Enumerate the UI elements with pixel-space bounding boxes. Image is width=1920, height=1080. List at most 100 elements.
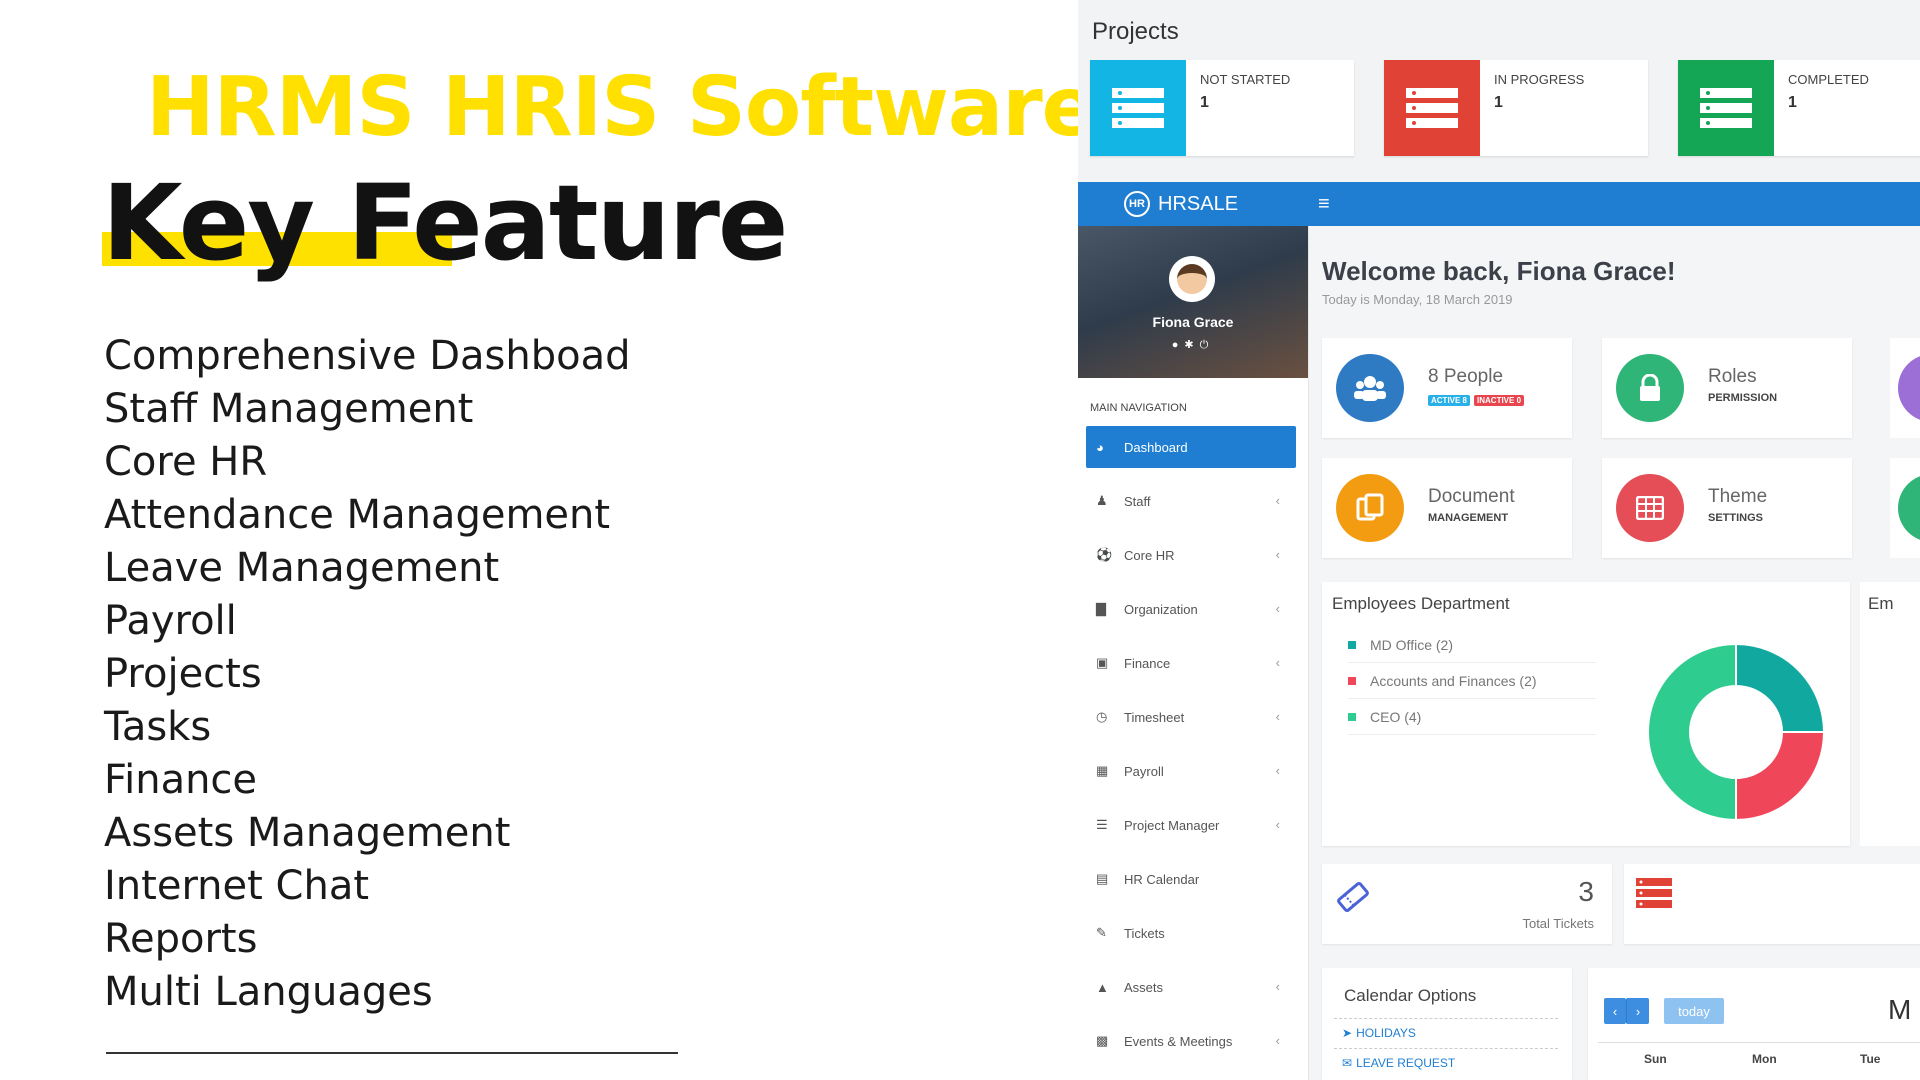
sidebar-item-events-meetings[interactable]: ▩ Events & Meetings ‹ xyxy=(1086,1020,1296,1062)
sidebar-item-label: HR Calendar xyxy=(1124,871,1200,887)
stat-card-people[interactable]: 8 People ACTIVE 8 INACTIVE 0 xyxy=(1322,338,1572,438)
calendar-next-button[interactable]: › xyxy=(1626,998,1649,1024)
legend-item: CEO (4) xyxy=(1348,700,1596,735)
sidebar-item-label: Finance xyxy=(1124,655,1171,671)
donut-slice[interactable] xyxy=(1735,642,1826,733)
calendar-options-title: Calendar Options xyxy=(1344,986,1477,1005)
power-icon[interactable]: ⏻ xyxy=(1200,339,1215,351)
calendar-day-header: Sun xyxy=(1644,1052,1667,1066)
sidebar-item-label: Timesheet xyxy=(1124,709,1185,725)
tickets-label: Total Tickets xyxy=(1522,916,1594,931)
chevron-left-icon: ‹ xyxy=(1275,601,1280,616)
avatar-face-icon xyxy=(1177,264,1207,294)
stat-main: 8 People xyxy=(1428,366,1504,387)
stat-badges: ACTIVE 8 INACTIVE 0 xyxy=(1428,394,1528,406)
legend-label: MD Office (2) xyxy=(1370,637,1453,653)
sidebar-item-label: Tickets xyxy=(1124,925,1165,941)
project-card-in-progress[interactable]: IN PROGRESS 1 xyxy=(1384,60,1648,156)
sidebar-item-label: Project Manager xyxy=(1124,817,1220,833)
brand-logo[interactable]: HR HRSALE xyxy=(1124,182,1238,226)
feature-item: Reports xyxy=(104,916,258,962)
legend-swatch xyxy=(1348,677,1356,685)
chevron-left-icon: ‹ xyxy=(1275,547,1280,562)
partial-stat-icon xyxy=(1898,474,1920,542)
edge-card-title: Em xyxy=(1868,594,1894,613)
calendar-icon: ▤ xyxy=(1096,871,1109,886)
chart-title: Employees Department xyxy=(1332,594,1510,613)
flask-icon: ▲ xyxy=(1096,979,1109,995)
sidebar-item-assets[interactable]: ▲ Assets ‹ xyxy=(1086,966,1296,1008)
sidebar-item-dashboard[interactable]: ◕ Dashboard xyxy=(1086,426,1296,468)
feature-item: Core HR xyxy=(104,439,268,485)
calendar-options-card: Calendar Options ➤ HOLIDAYS ✉ LEAVE REQU… xyxy=(1322,968,1572,1080)
department-donut-chart xyxy=(1647,642,1826,822)
sidebar-item-staff[interactable]: ♟ Staff ‹ xyxy=(1086,480,1296,522)
feature-item: Payroll xyxy=(104,598,237,644)
sidebar-item-hr-calendar[interactable]: ▤ HR Calendar xyxy=(1086,858,1296,900)
feature-item: Comprehensive Dashboad xyxy=(104,333,631,379)
legend-swatch xyxy=(1348,641,1356,649)
user-icon[interactable]: ● xyxy=(1172,339,1185,351)
calendar-today-button[interactable]: today xyxy=(1664,998,1724,1024)
project-card-completed[interactable]: COMPLETED 1 xyxy=(1678,60,1920,156)
calculator-icon: ▦ xyxy=(1096,763,1109,778)
feature-item: Attendance Management xyxy=(104,492,611,538)
stat-card-roles[interactable]: Roles PERMISSION xyxy=(1602,338,1852,438)
stat-card-document[interactable]: Document MANAGEMENT xyxy=(1322,458,1572,558)
sidebar-item-timesheet[interactable]: ◷ Timesheet ‹ xyxy=(1086,696,1296,738)
envelope-icon: ✉ xyxy=(1342,1056,1353,1070)
core-hr-icon: ⚽ xyxy=(1096,547,1113,562)
stat-sub: MANAGEMENT xyxy=(1428,512,1509,524)
stat-main: Roles xyxy=(1708,366,1757,387)
gear-icon[interactable]: ✱ xyxy=(1184,339,1199,351)
profile-panel: Fiona Grace ●✱⏻ xyxy=(1078,226,1308,378)
sidebar-item-project-manager[interactable]: ☰ Project Manager ‹ xyxy=(1086,804,1296,846)
feature-item: Leave Management xyxy=(104,545,500,591)
legend-swatch xyxy=(1348,713,1356,721)
profile-actions: ●✱⏻ xyxy=(1078,338,1308,352)
feature-item: Assets Management xyxy=(104,810,511,856)
sidebar-item-label: Payroll xyxy=(1124,763,1164,779)
tickets-card[interactable]: 3 Total Tickets xyxy=(1322,864,1612,944)
partial-stat-icon xyxy=(1898,354,1920,422)
donut-slice[interactable] xyxy=(1735,731,1826,822)
project-card-label: IN PROGRESS xyxy=(1494,72,1585,87)
project-card-count: 1 xyxy=(1494,94,1503,111)
projects-summary-card[interactable] xyxy=(1624,864,1920,944)
sidebar-item-organization[interactable]: ▇ Organization ‹ xyxy=(1086,588,1296,630)
employees-department-card: Employees Department MD Office (2) Accou… xyxy=(1322,582,1850,846)
sidebar-item-finance[interactable]: ▣ Finance ‹ xyxy=(1086,642,1296,684)
legend-item: Accounts and Finances (2) xyxy=(1348,664,1596,699)
document-icon xyxy=(1336,474,1404,542)
tickets-count: 3 xyxy=(1578,876,1594,907)
building-icon: ▇ xyxy=(1096,601,1106,616)
nav-heading: MAIN NAVIGATION xyxy=(1090,402,1187,414)
active-badge: ACTIVE 8 xyxy=(1428,395,1471,406)
stat-card-theme[interactable]: Theme SETTINGS xyxy=(1602,458,1852,558)
sidebar-item-core-hr[interactable]: ⚽ Core HR ‹ xyxy=(1086,534,1296,576)
lock-icon xyxy=(1616,354,1684,422)
sidebar-item-label: Events & Meetings xyxy=(1124,1033,1233,1049)
avatar[interactable] xyxy=(1169,256,1215,302)
leave-request-label: LEAVE REQUEST xyxy=(1356,1056,1456,1070)
sidebar-item-tickets[interactable]: ✎ Tickets xyxy=(1086,912,1296,954)
sidebar-item-payroll[interactable]: ▦ Payroll ‹ xyxy=(1086,750,1296,792)
promo-subhead-block: Key Feature xyxy=(102,168,788,278)
leave-request-link[interactable]: ✉ LEAVE REQUEST xyxy=(1334,1048,1558,1077)
promo-headline: HRMS HRIS Software xyxy=(146,60,1097,155)
donut-slice[interactable] xyxy=(1647,642,1737,822)
sidebar-item-label: Dashboard xyxy=(1124,439,1188,455)
hamburger-menu-icon[interactable]: ≡ xyxy=(1318,182,1330,226)
user-icon: ♟ xyxy=(1096,493,1108,508)
tasks-icon: ☰ xyxy=(1096,817,1108,832)
calendar-prev-button[interactable]: ‹ xyxy=(1604,998,1626,1024)
stat-card-partial xyxy=(1890,458,1920,558)
sidebar-item-label: Staff xyxy=(1124,493,1151,509)
holidays-link[interactable]: ➤ HOLIDAYS xyxy=(1334,1018,1558,1047)
projects-strip: Projects NOT STARTED 1 IN PROGRESS 1 COM… xyxy=(1078,0,1920,180)
project-card-not-started[interactable]: NOT STARTED 1 xyxy=(1090,60,1354,156)
today-date: Today is Monday, 18 March 2019 xyxy=(1322,292,1513,307)
server-icon xyxy=(1678,60,1774,156)
dashboard-icon: ◕ xyxy=(1096,439,1104,455)
arrow-right-icon: ➤ xyxy=(1342,1026,1353,1040)
